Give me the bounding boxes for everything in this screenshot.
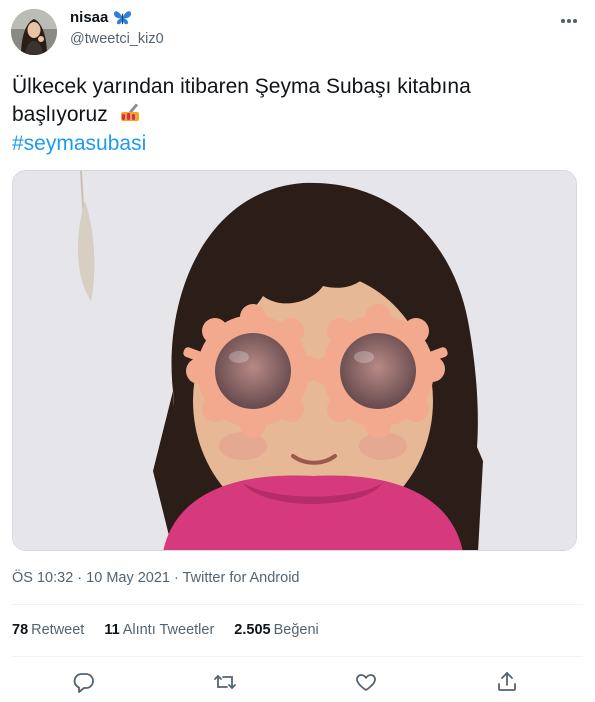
tweet-meta: ÖS 10:32 · 10 May 2021 · Twitter for And…: [12, 570, 299, 586]
tweet-time[interactable]: ÖS 10:32: [12, 570, 73, 586]
butterfly-emoji-icon: [114, 11, 131, 25]
display-name[interactable]: nisaa: [70, 9, 108, 26]
quotes-stat[interactable]: 11 Alıntı Tweetler: [104, 622, 214, 638]
tweet-photo[interactable]: [12, 170, 577, 551]
hashtag-link[interactable]: #seymasubasi: [12, 130, 146, 158]
quotes-count: 11: [104, 622, 120, 638]
share-icon[interactable]: [495, 670, 519, 694]
photo-image: [13, 171, 576, 550]
avatar-image: [11, 9, 57, 55]
tweet-text: Ülkecek yarından itibaren Şeyma Subaşı k…: [12, 73, 572, 129]
retweets-label: Retweet: [31, 622, 85, 638]
divider: [12, 604, 583, 605]
meta-separator: ·: [73, 570, 87, 586]
likes-label: Beğeni: [273, 622, 319, 638]
tweet: nisaa @tweetci_kiz0 Ülkecek yarından iti…: [0, 0, 595, 702]
reply-icon[interactable]: [72, 670, 96, 694]
meta-separator: ·: [170, 570, 183, 586]
more-options-icon[interactable]: [557, 9, 581, 33]
tweet-date[interactable]: 10 May 2021: [86, 570, 170, 586]
retweets-count: 78: [12, 622, 29, 638]
retweet-icon[interactable]: [213, 670, 237, 694]
like-icon[interactable]: [354, 670, 378, 694]
quotes-label: Alıntı Tweetler: [122, 622, 215, 638]
user-handle[interactable]: @tweetci_kiz0: [70, 31, 164, 47]
likes-count: 2.505: [234, 622, 271, 638]
divider: [12, 656, 583, 657]
tweet-actions: [0, 665, 595, 699]
avatar[interactable]: [11, 9, 57, 55]
tweet-stats: 78 Retweet 11 Alıntı Tweetler 2.505 Beğeni: [12, 622, 339, 638]
likes-stat[interactable]: 2.505 Beğeni: [234, 622, 318, 638]
retweets-stat[interactable]: 78 Retweet: [12, 622, 84, 638]
nail-polish-emoji-icon: [120, 103, 139, 121]
tweet-text-body: Ülkecek yarından itibaren Şeyma Subaşı k…: [12, 75, 471, 126]
tweet-source[interactable]: Twitter for Android: [183, 570, 300, 586]
